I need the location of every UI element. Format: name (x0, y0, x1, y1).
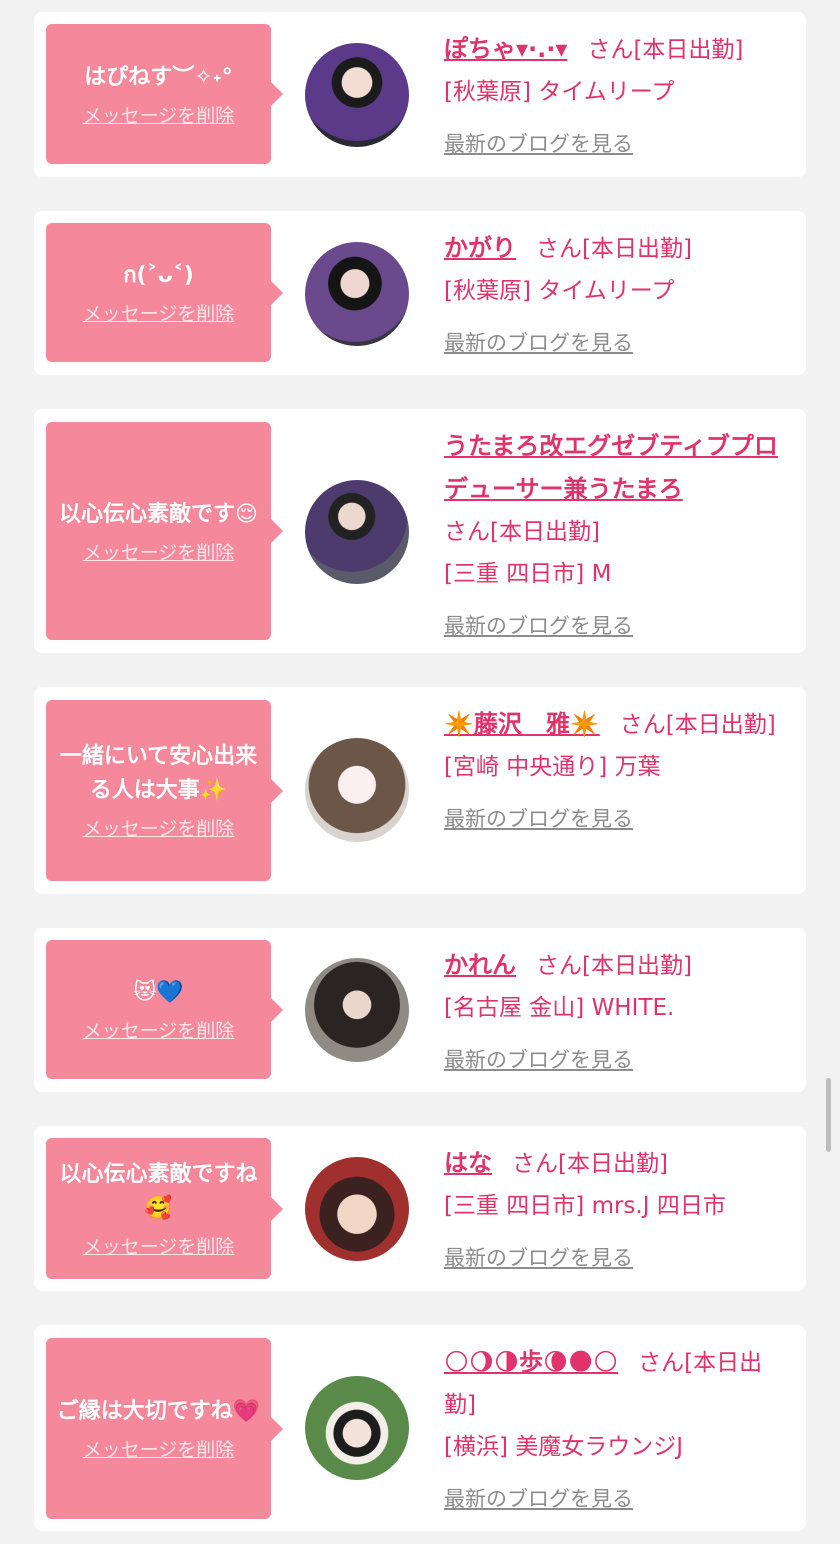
profile-name-link[interactable]: はな (444, 1149, 492, 1177)
message-bubble: 😻💙 メッセージを削除 (46, 940, 283, 1079)
message-text: ご縁は大切ですね💗 (56, 1399, 261, 1424)
view-blog-link[interactable]: 最新のブログを見る (444, 123, 794, 165)
status-text: [本日出勤] (490, 519, 600, 545)
location-text: [名古屋 金山] WHITE. (444, 995, 675, 1021)
profile-name-link[interactable]: かれん (444, 951, 516, 979)
profile-name-link[interactable]: かがり (444, 234, 516, 262)
delete-message-link[interactable]: メッセージを削除 (83, 101, 235, 128)
delete-message-link[interactable]: メッセージを削除 (83, 1435, 235, 1462)
view-blog-link[interactable]: 最新のブログを見る (444, 1237, 794, 1279)
location-text: [宮崎 中央通り] 万葉 (444, 754, 661, 780)
status-text: [本日出勤] (582, 236, 692, 262)
view-blog-link[interactable]: 最新のブログを見る (444, 1039, 794, 1081)
view-blog-link[interactable]: 最新のブログを見る (444, 798, 794, 840)
delete-message-link[interactable]: メッセージを削除 (83, 1016, 235, 1043)
location-text: [三重 四日市] mrs.J 四日市 (444, 1193, 726, 1219)
avatar[interactable] (305, 1376, 409, 1480)
profile-name-link[interactable]: ぽちゃ▾·.·▾ (444, 35, 567, 63)
delete-message-link[interactable]: メッセージを削除 (83, 1232, 235, 1259)
avatar[interactable] (305, 242, 409, 346)
avatar[interactable] (305, 43, 409, 147)
message-text: 以心伝心素敵ですね🥰 (59, 1162, 258, 1221)
avatar[interactable] (305, 958, 409, 1062)
message-text: 😻💙 (133, 980, 184, 1005)
honorific: さん (536, 953, 582, 979)
honorific: さん (587, 37, 634, 63)
honorific: さん (619, 712, 666, 738)
view-blog-link[interactable]: 最新のブログを見る (444, 1478, 794, 1520)
status-text: [本日出勤] (582, 953, 692, 979)
message-bubble: ก(˃ᴗ˂) メッセージを削除 (46, 223, 283, 362)
list-item: 一緒にいて安心出来る人は大事✨ メッセージを削除 ✴️藤沢 雅✴️ さん[本日出勤… (34, 687, 806, 894)
avatar[interactable] (305, 480, 409, 584)
message-text: 一緒にいて安心出来る人は大事✨ (59, 744, 258, 803)
message-text: 以心伝心素敵です😌 (59, 501, 258, 527)
message-text: はぴねす︶✧˖° (84, 64, 233, 90)
honorific: さん (512, 1151, 558, 1177)
message-bubble: 以心伝心素敵ですね🥰 メッセージを削除 (46, 1138, 283, 1279)
list-item: 😻💙 メッセージを削除 かれん さん[本日出勤] [名古屋 金山] WHITE. … (34, 928, 806, 1092)
delete-message-link[interactable]: メッセージを削除 (83, 299, 235, 326)
message-text: ก(˃ᴗ˂) (123, 263, 194, 288)
location-text: [横浜] 美魔女ラウンジJ (444, 1434, 684, 1460)
profile-name-link[interactable]: ✴️藤沢 雅✴️ (444, 710, 600, 738)
profile-name-link[interactable]: うたまろ改エグゼブティブプロデューサー兼うたまろ (444, 432, 778, 503)
location-text: [三重 四日市] M (444, 561, 612, 587)
list-item: はぴねす︶✧˖° メッセージを削除 ぽちゃ▾·.·▾ さん[本日出勤] [秋葉原]… (34, 12, 806, 177)
view-blog-link[interactable]: 最新のブログを見る (444, 322, 794, 364)
honorific: さん (444, 519, 490, 545)
location-text: [秋葉原] タイムリープ (444, 278, 675, 304)
status-text: [本日出勤] (665, 712, 776, 738)
status-text: [本日出勤] (558, 1151, 668, 1177)
list-item: 以心伝心素敵です😌 メッセージを削除 うたまろ改エグゼブティブプロデューサー兼う… (34, 409, 806, 653)
message-bubble: 以心伝心素敵です😌 メッセージを削除 (46, 422, 283, 640)
view-blog-link[interactable]: 最新のブログを見る (444, 605, 794, 647)
avatar[interactable] (305, 1157, 409, 1261)
message-bubble: はぴねす︶✧˖° メッセージを削除 (46, 24, 283, 164)
avatar[interactable] (305, 738, 409, 842)
honorific: さん (536, 236, 582, 262)
profile-name-link[interactable]: 🌕🌖🌗歩🌘🌑🌕 (444, 1348, 618, 1376)
location-text: [秋葉原] タイムリープ (444, 79, 675, 105)
message-bubble: ご縁は大切ですね💗 メッセージを削除 (46, 1338, 283, 1519)
scrollbar-thumb[interactable] (826, 1078, 831, 1152)
message-bubble: 一緒にいて安心出来る人は大事✨ メッセージを削除 (46, 700, 283, 881)
status-text: [本日出勤] (633, 37, 744, 63)
list-item: ก(˃ᴗ˂) メッセージを削除 かがり さん[本日出勤] [秋葉原] タイムリープ… (34, 211, 806, 375)
list-item: ご縁は大切ですね💗 メッセージを削除 🌕🌖🌗歩🌘🌑🌕 さん[本日出勤] [横浜] … (34, 1325, 806, 1531)
list-item: 以心伝心素敵ですね🥰 メッセージを削除 はな さん[本日出勤] [三重 四日市] … (34, 1126, 806, 1291)
delete-message-link[interactable]: メッセージを削除 (83, 538, 235, 565)
delete-message-link[interactable]: メッセージを削除 (83, 814, 235, 841)
honorific: さん (638, 1350, 685, 1376)
